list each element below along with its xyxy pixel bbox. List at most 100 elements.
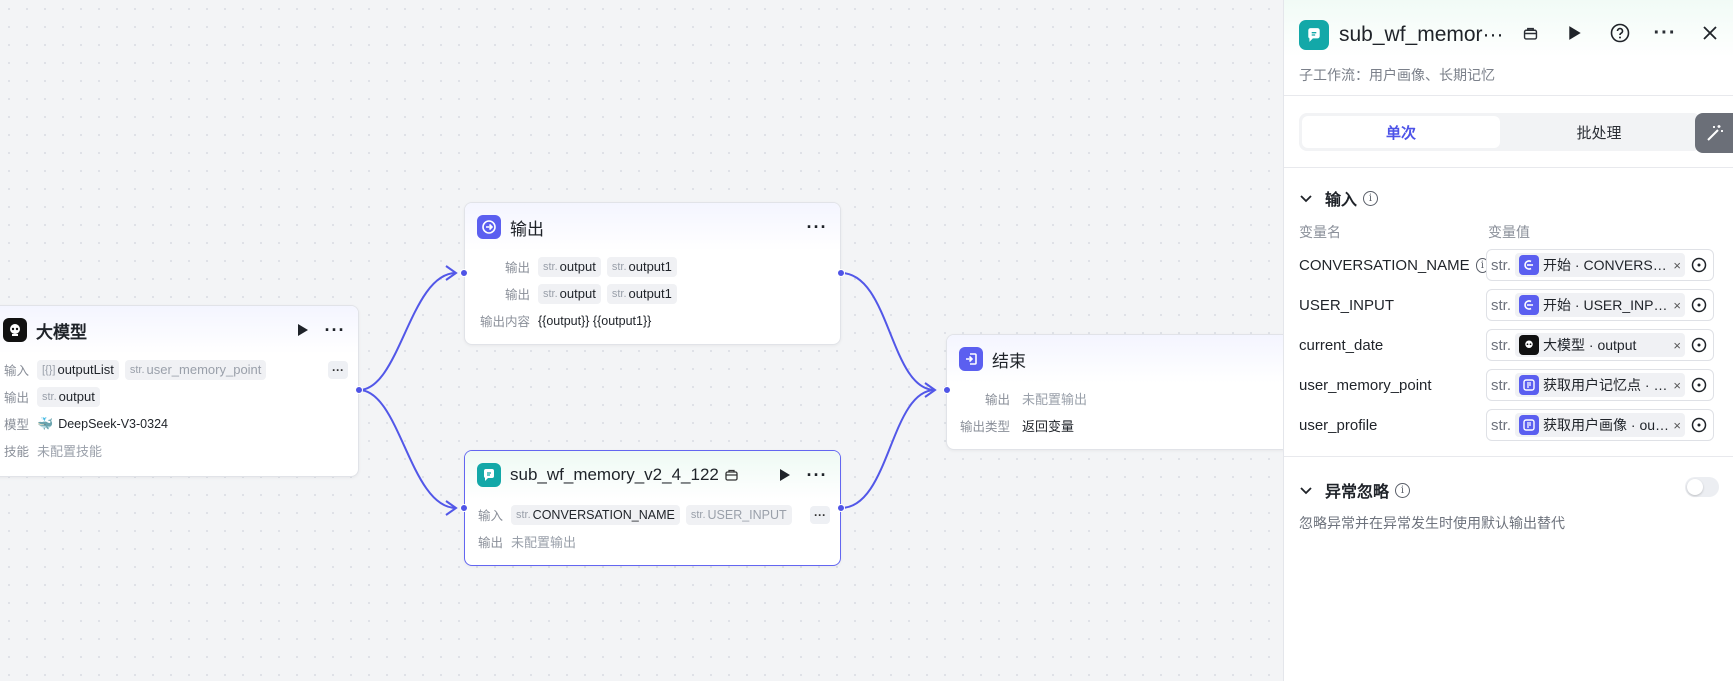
info-icon[interactable]: i xyxy=(1395,482,1411,498)
node-config-panel: sub_wf_memor··· ··· 子工作流：用户画像、长期记忆 单次 批处… xyxy=(1283,0,1733,681)
edge-output-to-end xyxy=(840,272,936,391)
output-node[interactable]: 输出 ··· 输出 str. output str. output1 输出 str.… xyxy=(464,202,841,345)
package-icon xyxy=(725,469,738,481)
tag-user-input: str. USER_INPUT xyxy=(685,504,792,525)
run-icon[interactable] xyxy=(1564,22,1586,44)
var-value-select[interactable]: str. 开始 · CONVERSATION_NAME × xyxy=(1486,249,1714,281)
edge-subwf-to-end xyxy=(840,389,936,509)
deepseek-icon: 🐳 xyxy=(37,415,54,431)
more-icon[interactable]: ··· xyxy=(806,464,828,486)
start-icon xyxy=(1519,255,1540,275)
variable-reference-chip: 大模型 · output × xyxy=(1515,333,1686,357)
more-icon[interactable]: ··· xyxy=(806,216,828,238)
chevron-down-icon xyxy=(1300,195,1312,203)
output-output-port[interactable] xyxy=(837,269,845,277)
edge-llm-to-output xyxy=(358,272,457,391)
info-icon[interactable]: i xyxy=(1363,190,1379,206)
column-header-name: 变量名 xyxy=(1299,224,1341,240)
package-icon[interactable] xyxy=(1519,22,1541,44)
target-icon[interactable] xyxy=(1691,257,1707,273)
subworkflow-output-row: 输出 未配置输出 xyxy=(477,535,577,550)
target-icon[interactable] xyxy=(1691,377,1707,393)
remove-reference-icon[interactable]: × xyxy=(1673,298,1681,313)
remove-reference-icon[interactable]: × xyxy=(1673,338,1681,353)
subworkflow-input-port[interactable] xyxy=(460,504,468,512)
output-node-title: 输出 xyxy=(510,219,544,239)
tag-outputList: [{}] outputList xyxy=(37,359,119,380)
exception-ignore-toggle[interactable] xyxy=(1685,477,1719,497)
remove-reference-icon[interactable]: × xyxy=(1673,378,1681,393)
var-value-select[interactable]: str. 大模型 · output × xyxy=(1486,329,1714,361)
subworkflow-icon xyxy=(1299,20,1329,50)
edge-llm-to-subwf xyxy=(358,389,457,509)
close-icon[interactable] xyxy=(1699,22,1721,44)
llm-output-row: 输出 str. output xyxy=(0,383,358,410)
llm-node[interactable]: 大模型 ··· 输入 [{}] outputList str. user_memor… xyxy=(0,305,359,477)
tag-conversation-name: str. CONVERSATION_NAME xyxy=(511,504,680,525)
model-name: DeepSeek-V3-0324 xyxy=(58,416,168,431)
start-icon xyxy=(1519,295,1540,315)
var-row-current-date: current_date str. 大模型 · output × xyxy=(1299,329,1719,361)
run-icon[interactable] xyxy=(292,319,314,341)
var-value-select[interactable]: str. 开始 · USER_INPUT × xyxy=(1486,289,1714,321)
llm-skill-row: 技能 未配置技能 xyxy=(3,444,103,459)
workflow-canvas[interactable]: 大模型 ··· 输入 [{}] outputList str. user_memor… xyxy=(0,0,1306,681)
tab-batch[interactable]: 批处理 xyxy=(1500,116,1698,148)
panel-title: sub_wf_memor··· xyxy=(1339,23,1504,46)
column-header-value: 变量值 xyxy=(1488,224,1530,240)
remove-reference-icon[interactable]: × xyxy=(1673,418,1681,433)
more-inputs-button[interactable]: ··· xyxy=(328,360,348,379)
end-output-type-row: 输出类型 返回变量 xyxy=(959,419,1075,434)
exception-section-header[interactable]: 异常忽略 i xyxy=(1299,478,1411,502)
subworkflow-input-row: 输入 str. CONVERSATION_NAME str. USER_INPUT … xyxy=(465,501,840,528)
tab-single[interactable]: 单次 xyxy=(1302,116,1500,148)
run-icon[interactable] xyxy=(774,464,796,486)
target-icon[interactable] xyxy=(1691,337,1707,353)
llm-output-port[interactable] xyxy=(355,386,363,394)
target-icon[interactable] xyxy=(1691,297,1707,313)
var-row-user-input: USER_INPUT str. 开始 · USER_INPUT × xyxy=(1299,289,1719,321)
help-icon[interactable] xyxy=(1609,22,1631,44)
input-section-header[interactable]: 输入 i xyxy=(1299,186,1379,210)
subworkflow-output-port[interactable] xyxy=(837,504,845,512)
panel-header: sub_wf_memor··· ··· 子工作流：用户画像、长期记忆 xyxy=(1284,0,1733,96)
more-icon[interactable]: ··· xyxy=(1654,22,1676,44)
subworkflow-node[interactable]: sub_wf_memory_v2_4_122 ··· 输入 str. CONVER… xyxy=(464,450,841,566)
var-value-select[interactable]: str. 获取用户画像 · output × xyxy=(1486,409,1714,441)
exception-description: 忽略异常并在异常发生时使用默认输出替代 xyxy=(1299,515,1565,531)
var-row-conversation-name: CONVERSATION_NAMEi str. 开始 · CONVERSATIO… xyxy=(1299,249,1719,281)
output-content-row: 输出内容 {{output}} {{output1}} xyxy=(479,313,652,330)
more-inputs-button[interactable]: ··· xyxy=(810,505,830,524)
llm-input-row: 输入 [{}] outputList str. user_memory_point … xyxy=(0,356,358,383)
more-icon[interactable]: ··· xyxy=(324,319,346,341)
llm-icon xyxy=(3,318,27,342)
plugin-icon xyxy=(1519,415,1540,435)
end-node[interactable]: 结束 输出 未配置输出 输出类型 返回变量 xyxy=(946,334,1306,450)
subworkflow-node-header: sub_wf_memory_v2_4_122 ··· xyxy=(465,451,840,499)
var-row-user-memory-point: user_memory_point str. 获取用户记忆点 · output … xyxy=(1299,369,1719,401)
tag-user-memory-point: str. user_memory_point xyxy=(124,359,267,380)
tag-output: str. output xyxy=(37,386,100,407)
chevron-down-icon xyxy=(1300,487,1312,495)
tag-output1: str. output1 xyxy=(606,256,677,277)
target-icon[interactable] xyxy=(1691,417,1707,433)
subworkflow-icon xyxy=(477,463,501,487)
var-value-select[interactable]: str. 获取用户记忆点 · output × xyxy=(1486,369,1714,401)
end-input-port[interactable] xyxy=(943,386,951,394)
magic-wand-button[interactable] xyxy=(1695,113,1733,153)
variable-reference-chip: 开始 · USER_INPUT × xyxy=(1515,293,1686,317)
tag-output1: str. output1 xyxy=(606,283,677,304)
plugin-icon xyxy=(1519,375,1540,395)
remove-reference-icon[interactable]: × xyxy=(1673,258,1681,273)
output-node-header: 输出 ··· xyxy=(465,203,840,251)
variable-reference-chip: 开始 · CONVERSATION_NAME × xyxy=(1515,253,1686,277)
output-row-1: 输出 str. output str. output1 xyxy=(465,253,840,280)
run-mode-tabs: 单次 批处理 xyxy=(1299,113,1701,151)
subworkflow-node-title: sub_wf_memory_v2_4_122 xyxy=(510,465,719,484)
llm-model-row: 模型 🐳 DeepSeek-V3-0324 xyxy=(3,415,168,433)
output-input-port[interactable] xyxy=(460,269,468,277)
variable-reference-chip: 获取用户记忆点 · output × xyxy=(1515,373,1686,397)
llm-node-header: 大模型 ··· xyxy=(0,306,358,354)
panel-subtitle: 子工作流：用户画像、长期记忆 xyxy=(1299,67,1495,83)
magic-wand-icon xyxy=(1707,125,1723,141)
